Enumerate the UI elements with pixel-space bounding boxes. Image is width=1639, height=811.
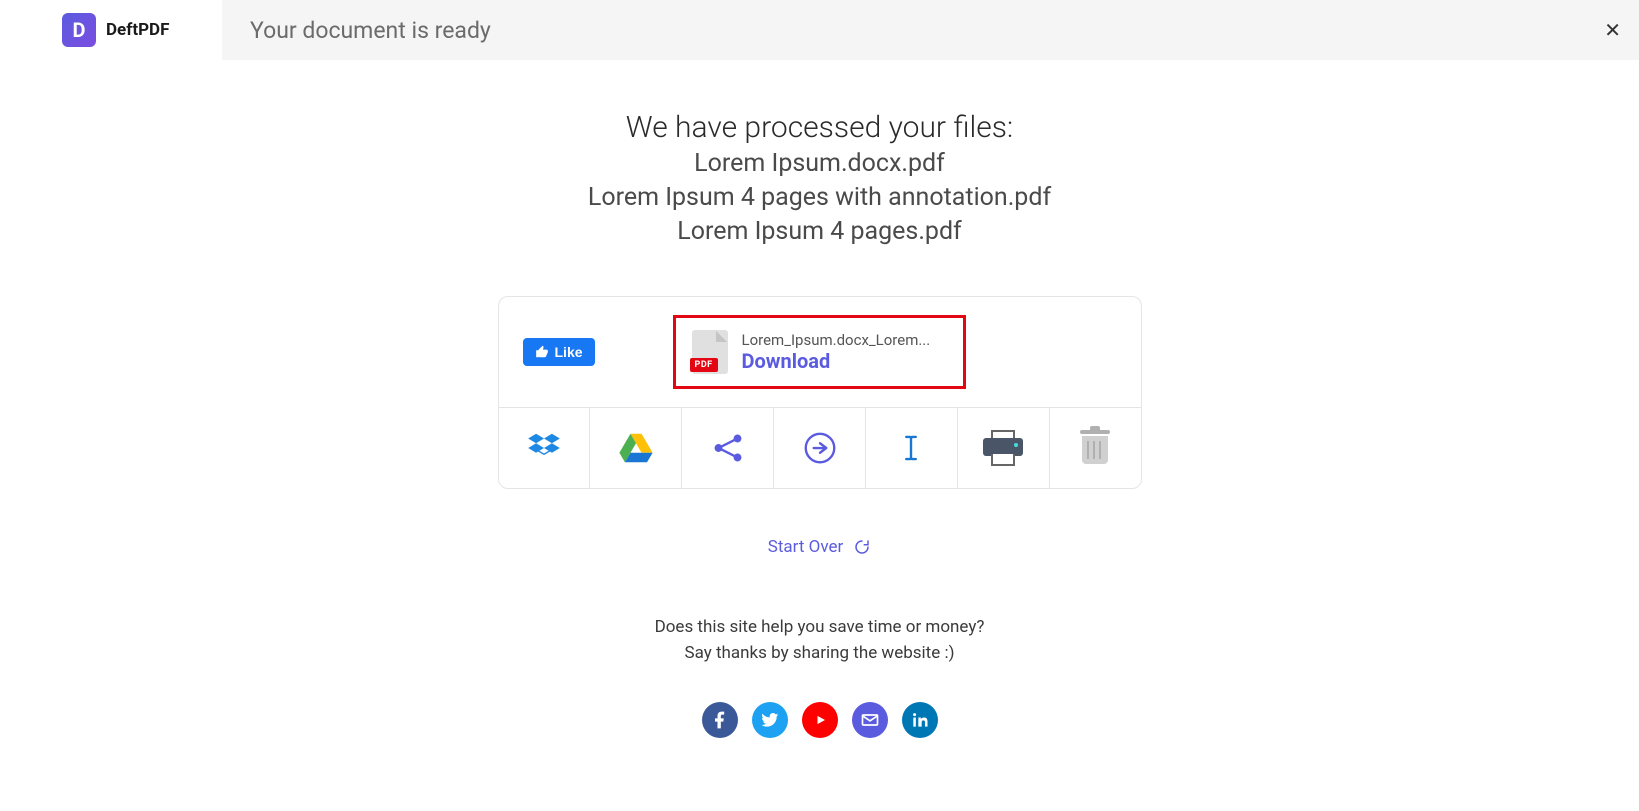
share-icon	[709, 429, 747, 467]
processed-file: Lorem Ipsum 4 pages.pdf	[0, 215, 1639, 249]
processed-title: We have processed your files:	[0, 110, 1639, 145]
download-box[interactable]: PDF Lorem_Ipsum.docx_Lorem... Download	[673, 315, 966, 389]
refresh-icon	[853, 538, 871, 556]
delete-button[interactable]	[1050, 408, 1141, 488]
share-facebook-button[interactable]	[702, 702, 738, 738]
logo-badge-icon: D	[62, 13, 96, 47]
processed-file: Lorem Ipsum 4 pages with annotation.pdf	[0, 181, 1639, 215]
google-drive-button[interactable]	[590, 408, 682, 488]
pdf-file-icon: PDF	[692, 330, 728, 374]
dropbox-button[interactable]	[499, 408, 591, 488]
google-drive-icon	[617, 429, 655, 467]
dropbox-icon	[525, 429, 563, 467]
share-youtube-button[interactable]	[802, 702, 838, 738]
download-info: Lorem_Ipsum.docx_Lorem... Download	[742, 331, 931, 373]
processed-file: Lorem Ipsum.docx.pdf	[0, 147, 1639, 181]
share-linkedin-button[interactable]	[902, 702, 938, 738]
rename-button[interactable]	[866, 408, 958, 488]
ready-text: Your document is ready	[222, 17, 491, 44]
social-row	[0, 702, 1639, 738]
linkedin-icon	[910, 710, 930, 730]
like-label: Like	[555, 344, 583, 360]
trash-icon	[1080, 430, 1110, 466]
close-button[interactable]: ✕	[1604, 18, 1621, 43]
print-button[interactable]	[958, 408, 1050, 488]
email-icon	[860, 710, 880, 730]
thanks-line-1: Does this site help you save time or mon…	[0, 615, 1639, 641]
facebook-icon	[710, 710, 730, 730]
facebook-like-button[interactable]: Like	[523, 338, 595, 366]
download-top-row: Like PDF Lorem_Ipsum.docx_Lorem... Downl…	[499, 297, 1141, 407]
youtube-icon	[810, 710, 830, 730]
pdf-badge: PDF	[690, 358, 718, 372]
thanks-line-2: Say thanks by sharing the website :)	[0, 641, 1639, 667]
start-over-label: Start Over	[768, 537, 843, 557]
action-row	[499, 407, 1141, 488]
processed-file-list: Lorem Ipsum.docx.pdf Lorem Ipsum 4 pages…	[0, 147, 1639, 248]
twitter-icon	[760, 710, 780, 730]
share-twitter-button[interactable]	[752, 702, 788, 738]
brand-name: DeftPDF	[106, 20, 169, 40]
thanks-section: Does this site help you save time or mon…	[0, 615, 1639, 666]
logo-section[interactable]: D DeftPDF	[0, 0, 222, 66]
main-content: We have processed your files: Lorem Ipsu…	[0, 60, 1639, 738]
download-label: Download	[742, 349, 931, 373]
arrow-circle-right-icon	[801, 429, 839, 467]
header-bar: D DeftPDF Your document is ready ✕	[0, 0, 1639, 60]
continue-button[interactable]	[774, 408, 866, 488]
thumbs-up-icon	[535, 345, 549, 359]
printer-icon	[983, 430, 1023, 466]
start-over-link[interactable]: Start Over	[768, 537, 871, 557]
share-email-button[interactable]	[852, 702, 888, 738]
download-panel: Like PDF Lorem_Ipsum.docx_Lorem... Downl…	[498, 296, 1142, 489]
share-button[interactable]	[682, 408, 774, 488]
text-cursor-icon	[892, 429, 930, 467]
download-filename: Lorem_Ipsum.docx_Lorem...	[742, 331, 931, 349]
